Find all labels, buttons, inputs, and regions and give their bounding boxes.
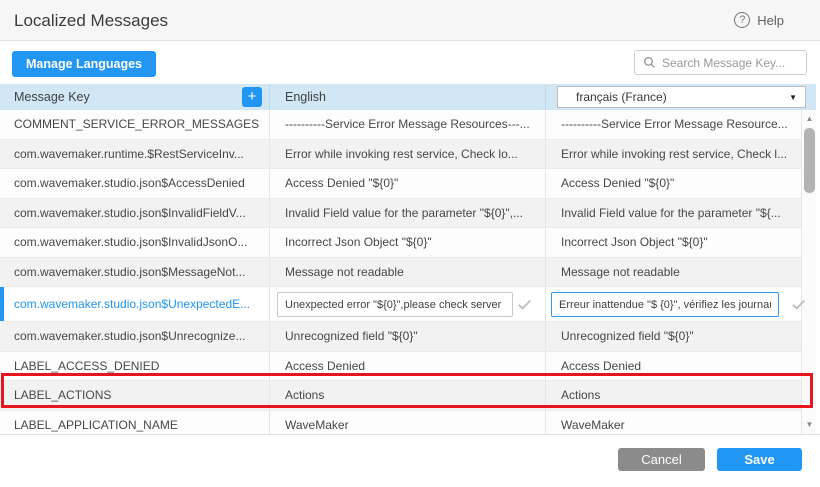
english-column-header: English [270,84,546,110]
table-row: com.wavemaker.studio.json$InvalidJsonO..… [0,228,801,258]
message-key-cell[interactable]: com.wavemaker.studio.json$InvalidJsonO..… [0,228,270,257]
table-row: LABEL_ACCESS_DENIED Access Denied Access… [0,352,801,382]
french-cell[interactable]: Unrecognized field "${0}" [546,322,801,351]
toolbar: Manage Languages [0,42,820,84]
table-row: com.wavemaker.runtime.$RestServiceInv...… [0,140,801,170]
help-question-icon: ? [734,12,750,28]
english-cell-editing [270,287,546,321]
search-input[interactable] [662,56,798,70]
english-message-input[interactable] [277,292,513,317]
english-cell[interactable]: WaveMaker [270,411,546,435]
table-row: com.wavemaker.studio.json$Unrecognize...… [0,322,801,352]
chevron-down-icon: ▼ [789,93,797,102]
french-cell[interactable]: Incorrect Json Object "${0}" [546,228,801,257]
english-cell[interactable]: Incorrect Json Object "${0}" [270,228,546,257]
confirm-french-check-icon[interactable] [790,296,807,313]
french-cell[interactable]: Access Denied "${0}" [546,169,801,198]
title-bar: Localized Messages ? Help [0,0,820,41]
message-key-cell[interactable]: com.wavemaker.studio.json$AccessDenied [0,169,270,198]
french-cell[interactable]: ----------Service Error Message Resource… [546,110,801,139]
french-cell[interactable]: Error while invoking rest service, Check… [546,140,801,169]
message-key-cell[interactable]: com.wavemaker.studio.json$Unrecognize... [0,322,270,351]
english-cell[interactable]: Actions [270,381,546,410]
message-key-cell[interactable]: com.wavemaker.studio.json$InvalidFieldV.… [0,199,270,228]
search-box[interactable] [634,50,807,75]
localized-messages-dialog: Localized Messages ? Help Manage Languag… [0,0,820,487]
message-key-cell[interactable]: COMMENT_SERVICE_ERROR_MESSAGES [0,110,270,139]
english-cell[interactable]: Invalid Field value for the parameter "$… [270,199,546,228]
cancel-button[interactable]: Cancel [618,448,705,471]
table-row: com.wavemaker.studio.json$MessageNot... … [0,258,801,288]
message-key-cell[interactable]: LABEL_APPLICATION_NAME [0,411,270,435]
english-cell[interactable]: ----------Service Error Message Resource… [270,110,546,139]
message-key-cell[interactable]: LABEL_ACTIONS [0,381,270,410]
french-cell[interactable]: Actions [546,381,801,410]
french-cell-editing [546,287,801,321]
help-button[interactable]: ? Help [734,12,784,28]
message-key-cell-selected[interactable]: com.wavemaker.studio.json$UnexpectedE... [0,287,270,321]
page-title: Localized Messages [14,11,168,31]
table-body: COMMENT_SERVICE_ERROR_MESSAGES ---------… [0,110,816,434]
message-key-cell[interactable]: com.wavemaker.runtime.$RestServiceInv... [0,140,270,169]
french-cell[interactable]: Access Denied [546,352,801,381]
english-cell[interactable]: Access Denied "${0}" [270,169,546,198]
language-dropdown-value: français (France) [576,90,667,104]
table-row: LABEL_APPLICATION_NAME WaveMaker WaveMak… [0,411,801,435]
language-dropdown[interactable]: français (France) ▼ [557,86,806,108]
add-message-key-button[interactable]: + [242,87,262,107]
footer-bar: Cancel Save [0,436,820,487]
english-cell[interactable]: Error while invoking rest service, Check… [270,140,546,169]
confirm-english-check-icon[interactable] [516,296,533,313]
selected-row-indicator [0,287,4,321]
language-column-header: français (France) ▼ [546,84,816,110]
french-message-input[interactable] [551,292,779,317]
table-header-row: Message Key + English français (France) … [0,84,816,110]
table-row-editing: com.wavemaker.studio.json$UnexpectedE... [0,287,801,322]
search-icon [643,56,656,69]
manage-languages-button[interactable]: Manage Languages [12,51,156,77]
message-key-cell[interactable]: LABEL_ACCESS_DENIED [0,352,270,381]
french-cell[interactable]: Message not readable [546,258,801,287]
message-key-cell[interactable]: com.wavemaker.studio.json$MessageNot... [0,258,270,287]
save-button[interactable]: Save [717,448,802,471]
table-row: com.wavemaker.studio.json$AccessDenied A… [0,169,801,199]
english-cell[interactable]: Unrecognized field "${0}" [270,322,546,351]
messages-table: Message Key + English français (France) … [0,84,820,435]
message-key-column-header: Message Key + [0,84,270,110]
english-cell[interactable]: Message not readable [270,258,546,287]
table-row: LABEL_ACTIONS Actions Actions [0,381,801,411]
french-cell[interactable]: WaveMaker [546,411,801,435]
table-row: COMMENT_SERVICE_ERROR_MESSAGES ---------… [0,110,801,140]
english-cell[interactable]: Access Denied [270,352,546,381]
table-row: com.wavemaker.studio.json$InvalidFieldV.… [0,199,801,229]
help-label: Help [757,13,784,28]
french-cell[interactable]: Invalid Field value for the parameter "$… [546,199,801,228]
